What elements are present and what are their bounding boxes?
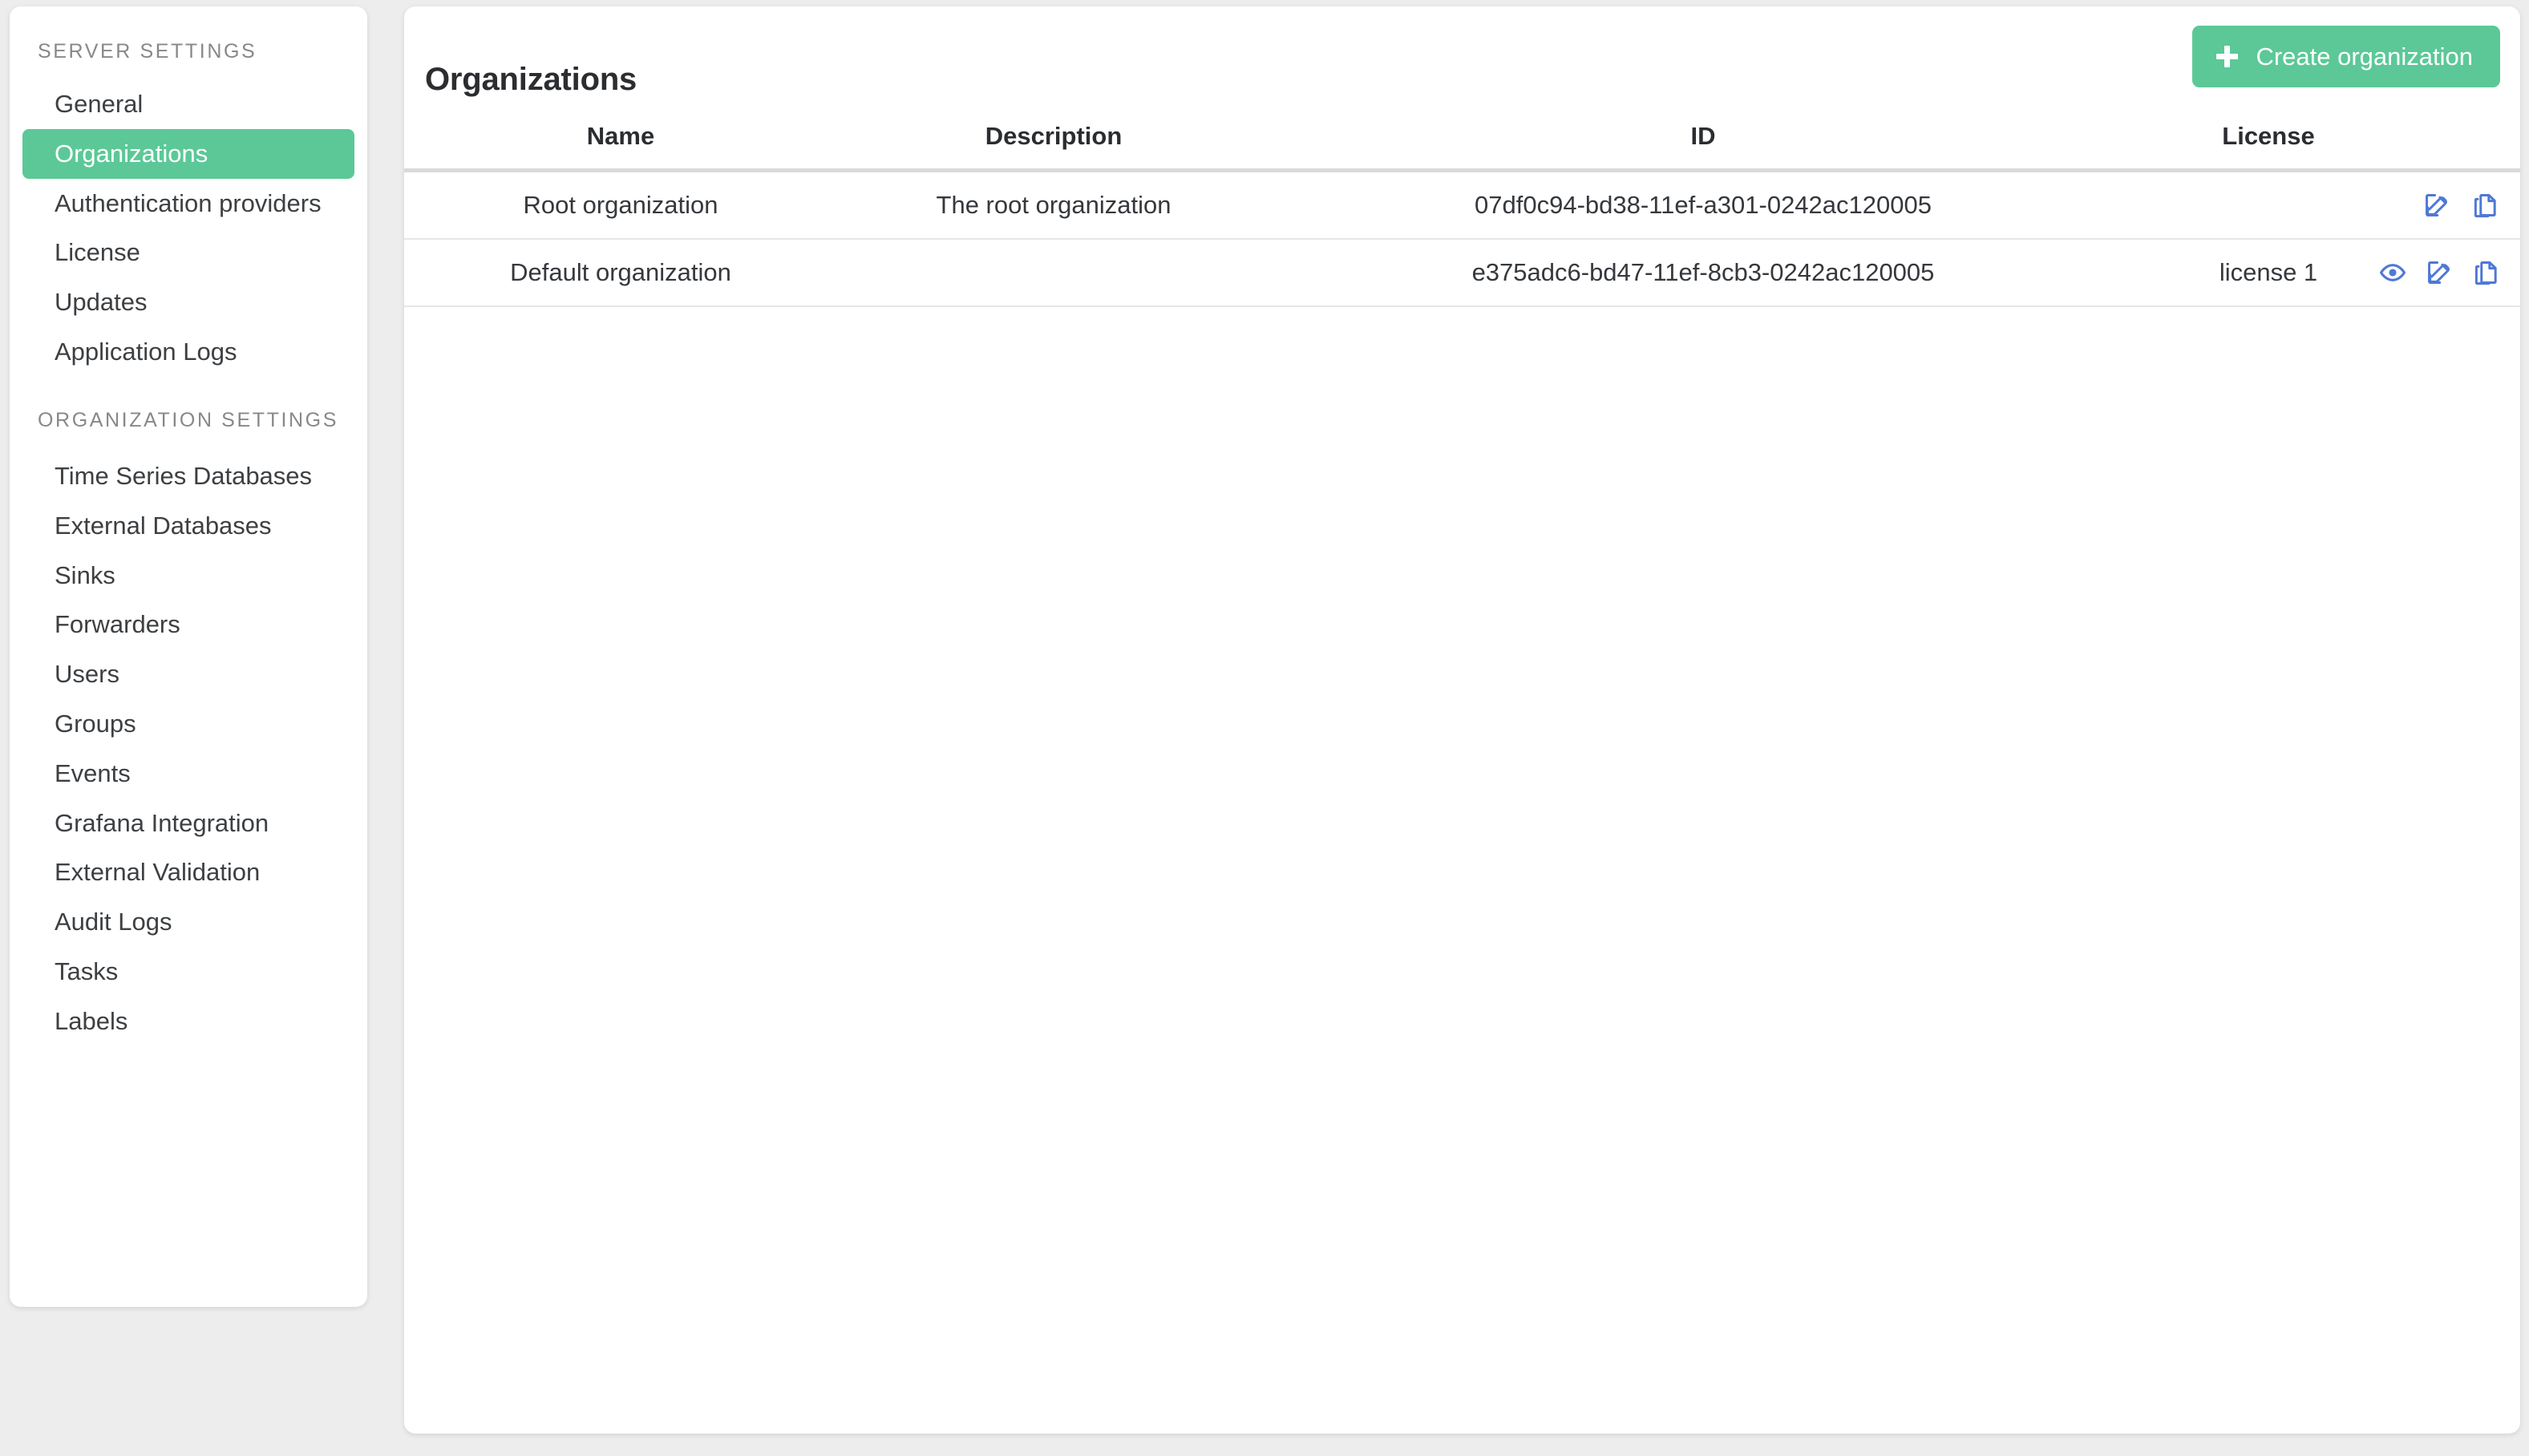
sidebar-item-updates[interactable]: Updates <box>22 277 354 327</box>
column-header-description: Description <box>837 111 1270 172</box>
sidebar-item-events[interactable]: Events <box>22 749 354 799</box>
sidebar-item-tasks[interactable]: Tasks <box>22 947 354 997</box>
sidebar-item-forwarders[interactable]: Forwarders <box>22 600 354 649</box>
copy-icon[interactable] <box>2472 258 2499 287</box>
create-organization-button[interactable]: Create organization <box>2192 26 2500 87</box>
table-header: Name Description ID License <box>404 111 2520 172</box>
sidebar-section-title-server-settings: SERVER SETTINGS <box>38 40 257 63</box>
settings-sidebar: SERVER SETTINGS General Organizations Au… <box>10 6 367 1307</box>
sidebar-item-audit-logs[interactable]: Audit Logs <box>22 897 354 947</box>
cell-name: Default organization <box>404 239 837 307</box>
sidebar-item-grafana-integration[interactable]: Grafana Integration <box>22 799 354 848</box>
organizations-panel: Organizations Create organization Name D… <box>404 6 2520 1434</box>
settings-page: SERVER SETTINGS General Organizations Au… <box>0 0 2529 1456</box>
table-row: Default organization e375adc6-bd47-11ef-… <box>404 239 2520 307</box>
edit-icon[interactable] <box>2422 191 2451 220</box>
plus-icon <box>2216 46 2239 67</box>
create-organization-button-label: Create organization <box>2256 42 2473 71</box>
sidebar-item-license[interactable]: License <box>22 228 354 277</box>
cell-id: e375adc6-bd47-11ef-8cb3-0242ac120005 <box>1270 239 2136 307</box>
table-header-row: Name Description ID License <box>404 111 2520 172</box>
table-body: Root organization The root organization … <box>404 170 2520 307</box>
table-row: Root organization The root organization … <box>404 170 2520 240</box>
cell-license <box>2136 170 2401 240</box>
sidebar-item-labels[interactable]: Labels <box>22 997 354 1046</box>
sidebar-item-groups[interactable]: Groups <box>22 699 354 749</box>
column-header-id: ID <box>1270 111 2136 172</box>
sidebar-item-authentication-providers[interactable]: Authentication providers <box>22 179 354 229</box>
page-title: Organizations <box>425 61 637 97</box>
edit-icon[interactable] <box>2426 258 2453 287</box>
sidebar-item-time-series-databases[interactable]: Time Series Databases <box>22 451 354 501</box>
column-header-actions <box>2401 111 2520 172</box>
cell-name: Root organization <box>404 170 837 240</box>
eye-icon[interactable] <box>2379 258 2406 287</box>
copy-icon[interactable] <box>2470 191 2499 220</box>
column-header-name: Name <box>404 111 837 172</box>
sidebar-item-general[interactable]: General <box>22 79 354 129</box>
column-header-license: License <box>2136 111 2401 172</box>
cell-description: The root organization <box>837 170 1270 240</box>
cell-actions <box>2401 170 2520 240</box>
sidebar-item-organizations[interactable]: Organizations <box>22 128 354 179</box>
cell-id: 07df0c94-bd38-11ef-a301-0242ac120005 <box>1270 170 2136 240</box>
cell-description <box>837 239 1270 307</box>
sidebar-item-users[interactable]: Users <box>22 649 354 699</box>
cell-actions <box>2379 239 2520 307</box>
organizations-table: Name Description ID License Root organiz… <box>404 111 2520 307</box>
sidebar-item-external-databases[interactable]: External Databases <box>22 501 354 551</box>
sidebar-item-sinks[interactable]: Sinks <box>22 551 354 601</box>
cell-license: license 1 <box>2136 239 2401 307</box>
sidebar-section-title-organization-settings: ORGANIZATION SETTINGS <box>38 408 338 431</box>
panel-header: Organizations Create organization <box>404 6 2520 111</box>
sidebar-item-external-validation[interactable]: External Validation <box>22 847 354 897</box>
sidebar-item-application-logs[interactable]: Application Logs <box>22 327 354 377</box>
